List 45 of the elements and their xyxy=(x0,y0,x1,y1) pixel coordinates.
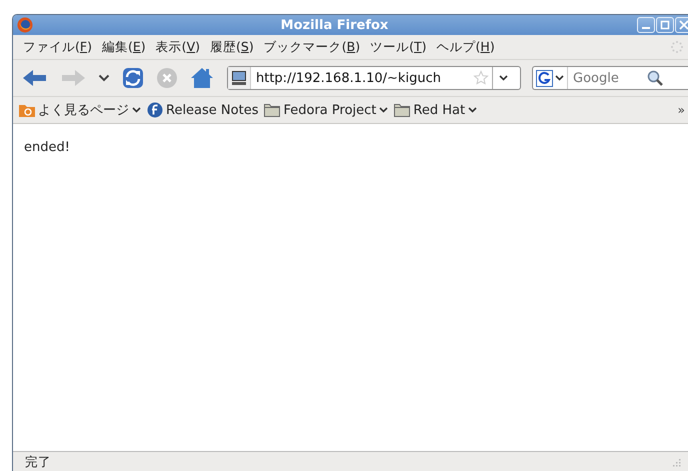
search-bar[interactable]: Google xyxy=(532,66,688,90)
star-icon[interactable] xyxy=(473,70,489,86)
reload-icon xyxy=(122,67,144,89)
stop-icon xyxy=(156,67,178,89)
bookmark-item[interactable]: Red Hat xyxy=(413,102,466,118)
menu-item[interactable]: 編集(E) xyxy=(96,38,151,56)
maximize-button[interactable] xyxy=(656,17,674,33)
folder-icon xyxy=(394,103,410,117)
page-text: ended! xyxy=(24,140,70,155)
minimize-button[interactable] xyxy=(637,17,655,33)
right-arrow-icon xyxy=(60,68,86,88)
fedora-icon xyxy=(147,102,163,118)
menu-item[interactable]: ファイル(F) xyxy=(18,38,97,56)
left-arrow-icon xyxy=(22,68,48,88)
chevron-down-icon xyxy=(132,107,141,113)
home-icon xyxy=(190,67,214,89)
chevron-down-icon xyxy=(468,107,478,113)
folder-icon xyxy=(264,103,280,117)
menu-item[interactable]: 表示(V) xyxy=(150,38,206,56)
menu-item[interactable]: 履歴(S) xyxy=(205,38,259,56)
address-dropdown-icon[interactable] xyxy=(499,75,508,81)
throbber-icon xyxy=(670,40,684,54)
computer-icon xyxy=(231,70,247,86)
chevron-down-icon xyxy=(379,107,388,113)
bookmark-item[interactable]: よく見るページ xyxy=(38,101,129,119)
close-button[interactable] xyxy=(675,17,688,33)
folder-icon xyxy=(19,103,35,117)
address-bar[interactable]: http://192.168.1.10/~kiguch xyxy=(227,66,521,90)
resize-grip-icon[interactable] xyxy=(671,457,681,467)
bookmarks-overflow-button[interactable]: » xyxy=(678,103,688,117)
google-icon[interactable] xyxy=(536,70,553,86)
close-icon xyxy=(679,20,688,30)
menu-item[interactable]: ツール(T) xyxy=(365,38,432,56)
menu-item[interactable]: ブックマーク(B) xyxy=(258,38,366,56)
chevron-down-icon xyxy=(555,75,564,81)
minimize-icon xyxy=(642,27,650,29)
bookmark-item[interactable]: Fedora Project xyxy=(283,102,376,118)
status-text: 完了 xyxy=(25,454,52,470)
search-icon[interactable] xyxy=(647,70,663,86)
menu-item[interactable]: ヘルプ(H) xyxy=(432,38,500,56)
window-title: Mozilla Firefox xyxy=(280,18,390,32)
firefox-logo-icon xyxy=(17,17,33,33)
maximize-icon xyxy=(660,20,670,30)
chevron-down-icon xyxy=(98,74,110,82)
bookmark-item[interactable]: Release Notes xyxy=(166,102,258,118)
